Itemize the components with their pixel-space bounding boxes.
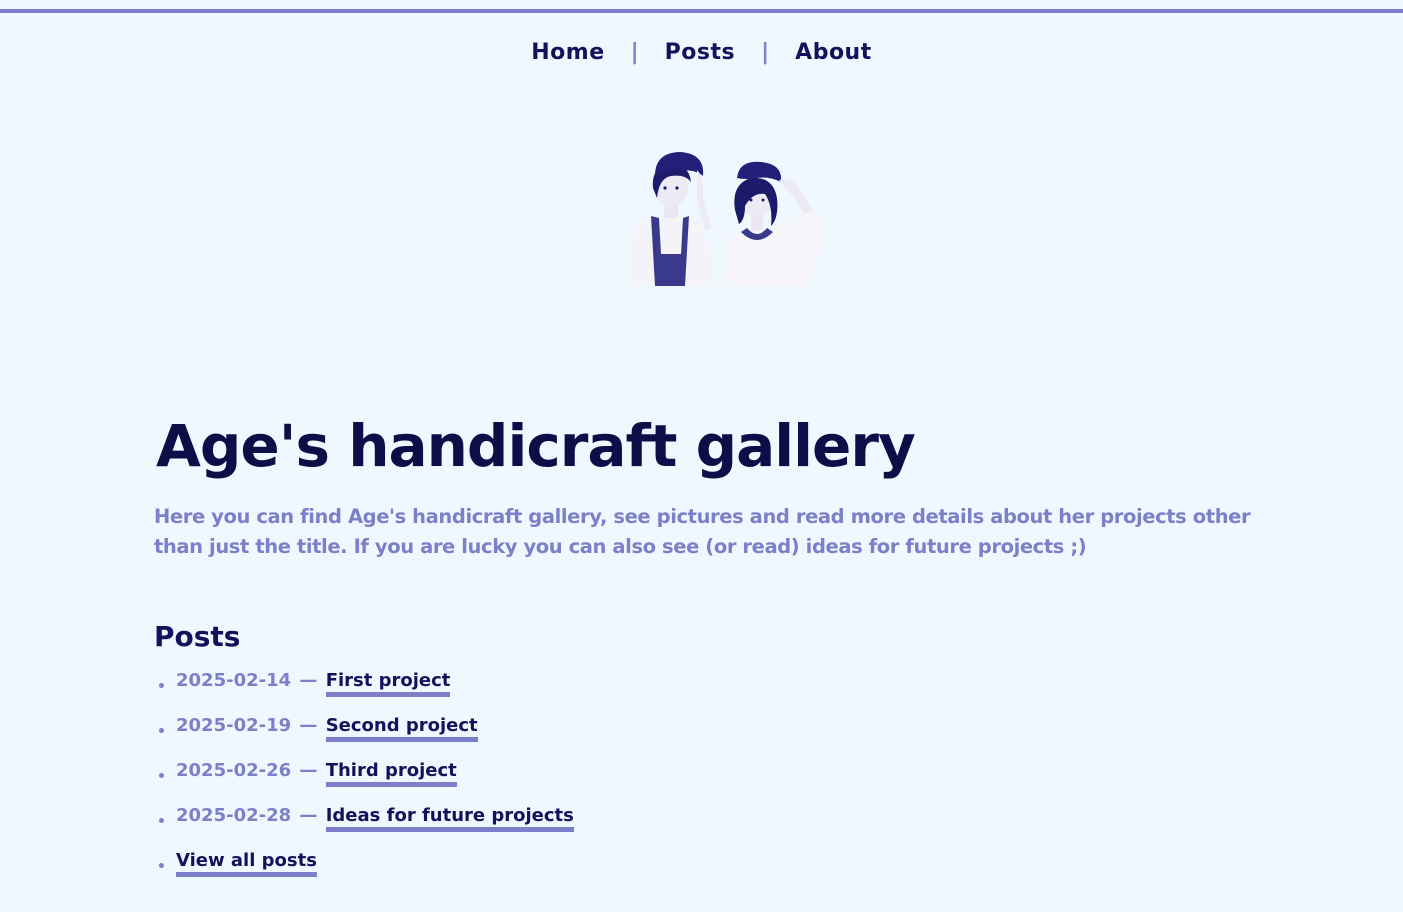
post-date: 2025-02-28 [176,805,292,826]
posts-heading: Posts [154,620,241,653]
page-title: Age's handicraft gallery [156,412,916,480]
list-item: 2025-02-26 — Third project [159,760,574,805]
view-all-posts-link[interactable]: View all posts [176,850,317,877]
post-date: 2025-02-26 [176,760,292,781]
nav-separator: | [630,40,639,65]
date-dash: — [299,760,318,781]
post-link-second-project[interactable]: Second project [325,715,478,742]
top-accent-bar [0,9,1403,13]
post-date: 2025-02-14 [176,670,292,691]
nav-home-link[interactable]: Home [531,40,604,65]
post-link-ideas-for-future-projects[interactable]: Ideas for future projects [325,805,574,832]
post-link-first-project[interactable]: First project [325,670,451,697]
nav-posts-link[interactable]: Posts [665,40,735,65]
post-date: 2025-02-19 [176,715,292,736]
page-intro: Here you can find Age's handicraft galle… [154,505,1251,558]
right-girl [723,161,827,286]
date-dash: — [299,715,318,736]
left-girl [629,152,717,286]
nav-separator: | [761,40,770,65]
main-nav: Home | Posts | About [0,40,1403,65]
list-item: 2025-02-14 — First project [159,670,574,715]
date-dash: — [299,670,318,691]
hero-image [629,152,827,286]
nav-about-link[interactable]: About [795,40,872,65]
list-item: View all posts [159,850,574,895]
date-dash: — [299,805,318,826]
list-item: 2025-02-28 — Ideas for future projects [159,805,574,850]
posts-list: 2025-02-14 — First project 2025-02-19 — … [154,670,574,895]
list-item: 2025-02-19 — Second project [159,715,574,760]
post-link-third-project[interactable]: Third project [325,760,457,787]
